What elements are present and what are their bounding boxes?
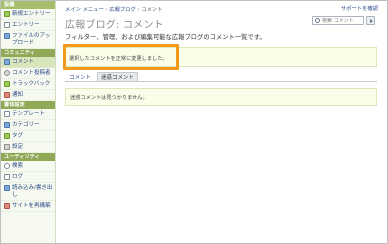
sidebar-item-logs[interactable]: ログ — [1, 172, 55, 183]
breadcrumb-separator: › — [105, 7, 108, 13]
import-export-icon — [4, 185, 10, 191]
search-icon — [315, 18, 320, 23]
new-entry-icon — [4, 11, 10, 17]
sidebar-item-label: 新規エントリー — [12, 10, 51, 17]
sidebar-item-label: コメント投稿者 — [12, 69, 51, 76]
sidebar-item-label: 読み込み/書き出し — [12, 184, 53, 198]
breadcrumb-blog[interactable]: 広報ブログ — [109, 7, 136, 13]
tab-divider — [65, 81, 377, 82]
sidebar-item-label: テンプレート — [12, 110, 45, 117]
sidebar-item-rebuild-site[interactable]: サイトを再構築 — [1, 201, 55, 212]
rebuild-site-icon — [4, 203, 10, 209]
logs-icon — [4, 174, 10, 180]
entries-icon — [4, 22, 10, 28]
sidebar-item-comments[interactable]: コメント — [1, 57, 55, 68]
templates-icon — [4, 111, 10, 117]
notifications-icon — [4, 92, 10, 98]
trackbacks-icon — [4, 81, 10, 87]
settings-icon — [4, 144, 10, 150]
sidebar-item-search[interactable]: 検索 — [1, 161, 55, 172]
sidebar-item-label: カテゴリー — [12, 121, 40, 128]
sidebar-item-label: 設定 — [12, 143, 24, 150]
sidebar-section-header-community: コミュニティ — [1, 49, 55, 57]
sidebar-item-categories[interactable]: カテゴリー — [1, 120, 55, 131]
page-title: 広報ブログ: コメント — [65, 20, 164, 31]
sidebar-item-label: コメント — [12, 58, 35, 65]
sidebar-item-label: サイトを再構築 — [12, 202, 51, 209]
empty-message: 迷惑コメントは見つかりません。 — [70, 95, 148, 101]
sidebar-item-new-entry[interactable]: 新規エントリー — [1, 9, 55, 20]
page-description: フィルター、管理、および編集可能な広報ブログのコメント一覧です。 — [65, 34, 266, 41]
sidebar-item-label: タグ — [12, 132, 24, 139]
commenters-icon — [4, 70, 10, 76]
search-input[interactable] — [322, 17, 362, 24]
sidebar-item-label: 通知 — [12, 91, 24, 98]
sidebar-item-templates[interactable]: テンプレート — [1, 109, 55, 120]
upload-file-icon — [4, 33, 10, 39]
sidebar-item-label: トラックバック — [12, 80, 51, 87]
sidebar-item-entries[interactable]: エントリー — [1, 20, 55, 31]
breadcrumb: メイン メニュー › 広報ブログ › コメント — [65, 5, 162, 13]
sidebar-item-notifications[interactable]: 通知 — [1, 90, 55, 101]
search-go-button[interactable] — [366, 16, 375, 25]
comments-icon — [4, 59, 10, 65]
sidebar-item-tags[interactable]: タグ — [1, 131, 55, 142]
sidebar-section-header-design: 書体設定 — [1, 101, 55, 109]
sidebar: 投稿 新規エントリー エントリー ファイルのアップロード コミュニティ コメント… — [1, 1, 56, 243]
sidebar-item-import-export[interactable]: 読み込み/書き出し — [1, 183, 55, 201]
sidebar-section-header-utilities: ユーティリティ — [1, 153, 55, 161]
search-field[interactable] — [312, 16, 364, 25]
highlight-annotation — [63, 44, 179, 70]
sidebar-item-settings[interactable]: 設定 — [1, 142, 55, 153]
sidebar-item-label: ログ — [12, 173, 24, 180]
support-link[interactable]: サポートを確認 — [341, 4, 378, 12]
breadcrumb-separator: › — [137, 7, 140, 13]
sidebar-section-header-post: 投稿 — [1, 1, 55, 9]
breadcrumb-current: コメント — [141, 7, 163, 13]
categories-icon — [4, 122, 10, 128]
search-icon — [4, 163, 10, 169]
sidebar-item-label: ファイルのアップロード — [12, 32, 51, 46]
breadcrumb-main-menu[interactable]: メイン メニュー — [65, 7, 104, 13]
tags-icon — [4, 133, 10, 139]
sidebar-item-commenters[interactable]: コメント投稿者 — [1, 68, 55, 79]
sidebar-item-label: 検索 — [12, 162, 24, 169]
sidebar-item-trackbacks[interactable]: トラックバック — [1, 79, 55, 90]
sidebar-item-label: エントリー — [12, 21, 40, 28]
sidebar-item-upload-file[interactable]: ファイルのアップロード — [1, 31, 55, 49]
